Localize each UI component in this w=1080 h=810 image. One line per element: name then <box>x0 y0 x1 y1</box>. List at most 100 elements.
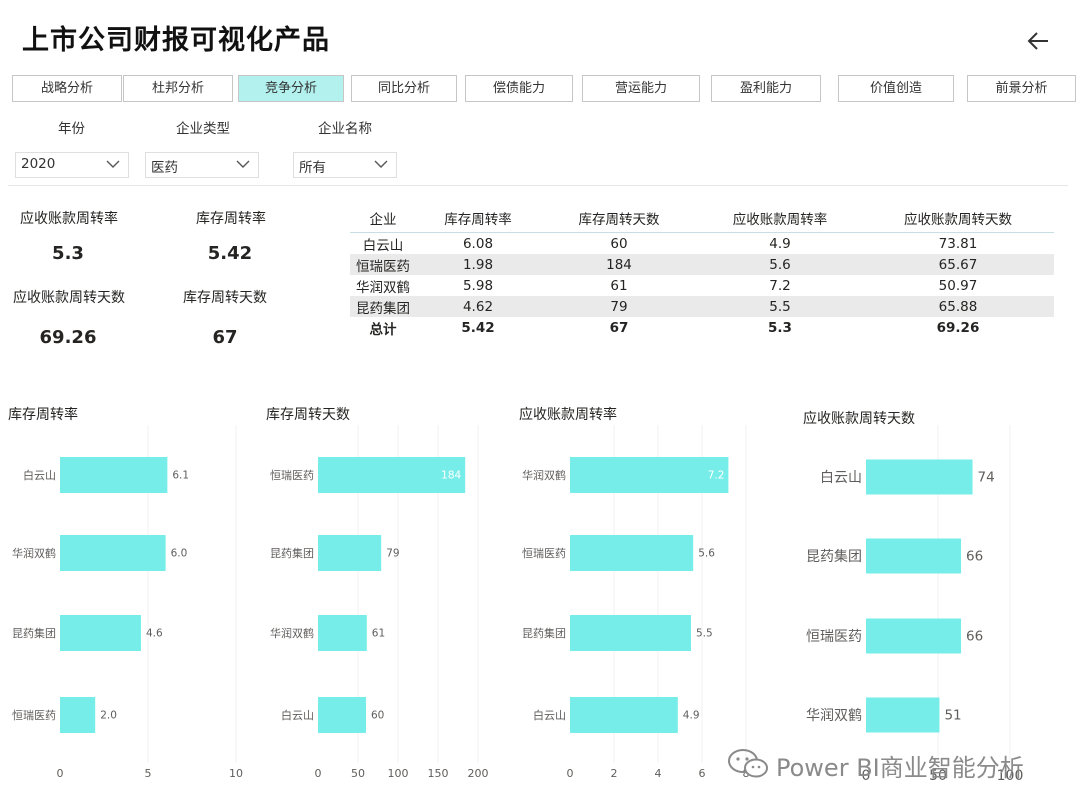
table-cell: 5.5 <box>698 296 862 317</box>
chart-title-inventory-turnover: 库存周转率 <box>8 407 78 423</box>
bar[interactable] <box>866 618 962 654</box>
tab-yoy[interactable]: 同比分析 <box>351 75 457 102</box>
category-label: 白云山 <box>23 468 56 482</box>
type-dropdown[interactable]: 医药 <box>145 152 259 178</box>
bar[interactable] <box>570 615 691 651</box>
x-tick-label: 200 <box>468 767 489 780</box>
year-dropdown-value: 2020 <box>21 156 56 172</box>
table-cell: 65.88 <box>862 296 1054 317</box>
bar-chart-inventory-turnover: 0 5 10 白云山 6.1 华润双鹤 6.0 昆药集团 4.6 恒瑞医药 2.0 <box>12 425 243 780</box>
bar[interactable] <box>60 615 141 651</box>
bar[interactable] <box>318 697 366 733</box>
type-dropdown-value: 医药 <box>151 160 178 176</box>
name-dropdown[interactable]: 所有 <box>293 152 397 178</box>
data-label: 4.6 <box>146 628 163 640</box>
kpi-value-ar-days: 69.26 <box>39 327 97 348</box>
tab-operating[interactable]: 营运能力 <box>582 75 700 102</box>
category-label: 华润双鹤 <box>522 468 566 482</box>
kpi-value-inventory-turnover: 5.42 <box>207 243 253 264</box>
bar[interactable] <box>318 615 367 651</box>
chart-title-inventory-days: 库存周转天数 <box>266 407 350 423</box>
table-cell: 华润双鹤 <box>356 279 410 296</box>
type-filter-label: 企业类型 <box>176 121 230 137</box>
kpi-value-inventory-days: 67 <box>212 327 238 348</box>
data-label: 61 <box>372 628 385 640</box>
year-dropdown[interactable]: 2020 <box>15 152 129 178</box>
data-label: 66 <box>966 549 983 565</box>
table-row: 华润双鹤 5.98 61 7.2 50.97 <box>350 275 1054 296</box>
bar-chart-ar-days: 0 50 100白云山 74昆药集团 66恒瑞医药 66华润双鹤 51 <box>806 425 1023 784</box>
tab-strategy[interactable]: 战略分析 <box>12 75 122 102</box>
table-cell: 1.98 <box>416 254 540 275</box>
table-cell: 5.6 <box>698 254 862 275</box>
chevron-down-icon <box>374 160 388 168</box>
bar[interactable] <box>570 457 729 493</box>
bar[interactable] <box>866 697 940 733</box>
data-label: 60 <box>371 710 384 722</box>
kpi-label-ar-days: 应收账款周转天数 <box>13 290 125 306</box>
bar[interactable] <box>60 535 166 571</box>
x-tick-label: 150 <box>428 767 449 780</box>
category-label: 白云山 <box>281 708 314 722</box>
table-cell: 白云山 <box>362 237 404 254</box>
tab-solvency[interactable]: 偿债能力 <box>465 75 573 102</box>
x-tick-label: 5 <box>145 767 152 780</box>
kpi-label-inventory-days: 库存周转天数 <box>183 290 267 306</box>
watermark: Power BI商业智能分析 <box>726 746 1056 782</box>
chart-title-ar-turnover: 应收账款周转率 <box>519 407 617 423</box>
data-label: 6.0 <box>171 548 188 560</box>
bar[interactable] <box>570 697 678 733</box>
table-cell: 60 <box>610 235 628 252</box>
wechat-icon <box>728 749 768 778</box>
x-tick-label: 2 <box>611 767 618 780</box>
tab-outlook[interactable]: 前景分析 <box>967 75 1076 102</box>
bar[interactable] <box>570 535 694 571</box>
category-label: 华润双鹤 <box>806 708 862 724</box>
name-filter-label: 企业名称 <box>318 121 372 137</box>
table-header-cell[interactable]: 应收账款周转天数 <box>862 204 1054 233</box>
category-label: 恒瑞医药 <box>12 708 56 722</box>
data-label: 7.2 <box>708 470 725 482</box>
table-header-cell[interactable]: 库存周转率 <box>416 204 540 233</box>
kpi-label-ar-turnover: 应收账款周转率 <box>20 211 118 227</box>
data-label: 66 <box>966 629 983 645</box>
data-label: 5.6 <box>698 548 715 560</box>
bar[interactable] <box>866 459 973 495</box>
x-tick-label: 0 <box>567 767 574 780</box>
table-header-cell[interactable]: 库存周转天数 <box>540 204 698 233</box>
tab-competition[interactable]: 竞争分析 <box>238 75 344 102</box>
tab-value-creation[interactable]: 价值创造 <box>838 75 954 102</box>
x-tick-label: 50 <box>351 767 365 780</box>
category-label: 华润双鹤 <box>12 546 56 560</box>
back-arrow-button[interactable] <box>1024 26 1054 56</box>
bar[interactable] <box>318 535 382 571</box>
table-header-cell[interactable]: 企业 <box>350 204 416 233</box>
table-cell: 6.08 <box>462 235 494 252</box>
table-cell: 4.9 <box>769 235 791 252</box>
chevron-down-icon <box>236 160 250 168</box>
table-cell: 67 <box>609 319 629 336</box>
table-cell: 184 <box>540 254 698 275</box>
bar[interactable] <box>60 697 96 733</box>
table-cell: 79 <box>540 296 698 317</box>
back-arrow-icon <box>1027 32 1048 50</box>
x-tick-label: 4 <box>655 767 662 780</box>
table-row: 白云山 6.08 60 4.9 73.81 <box>350 233 1054 255</box>
table-cell: 5.98 <box>462 277 494 294</box>
table-cell: 5.42 <box>461 319 495 336</box>
category-label: 恒瑞医药 <box>522 546 566 560</box>
summary-table: 企业 库存周转率 库存周转天数 应收账款周转率 应收账款周转天数 白云山 6.0… <box>350 204 1054 338</box>
data-label: 4.9 <box>683 710 700 722</box>
bar[interactable] <box>60 457 168 493</box>
data-label: 5.5 <box>696 628 713 640</box>
category-label: 昆药集团 <box>806 548 862 565</box>
tab-dupont[interactable]: 杜邦分析 <box>123 75 233 102</box>
bar[interactable] <box>866 538 962 574</box>
table-cell: 4.62 <box>416 296 540 317</box>
data-label: 79 <box>386 548 399 560</box>
table-header-cell[interactable]: 应收账款周转率 <box>698 204 862 233</box>
x-tick-label: 0 <box>315 767 322 780</box>
tab-profitability[interactable]: 盈利能力 <box>711 75 821 102</box>
bar-chart-inventory-days: 0 50 100 150 200 恒瑞医药 184 昆药集团 79 华润双鹤 61 白云山 60 <box>270 425 489 780</box>
table-cell: 总计 <box>369 321 397 338</box>
